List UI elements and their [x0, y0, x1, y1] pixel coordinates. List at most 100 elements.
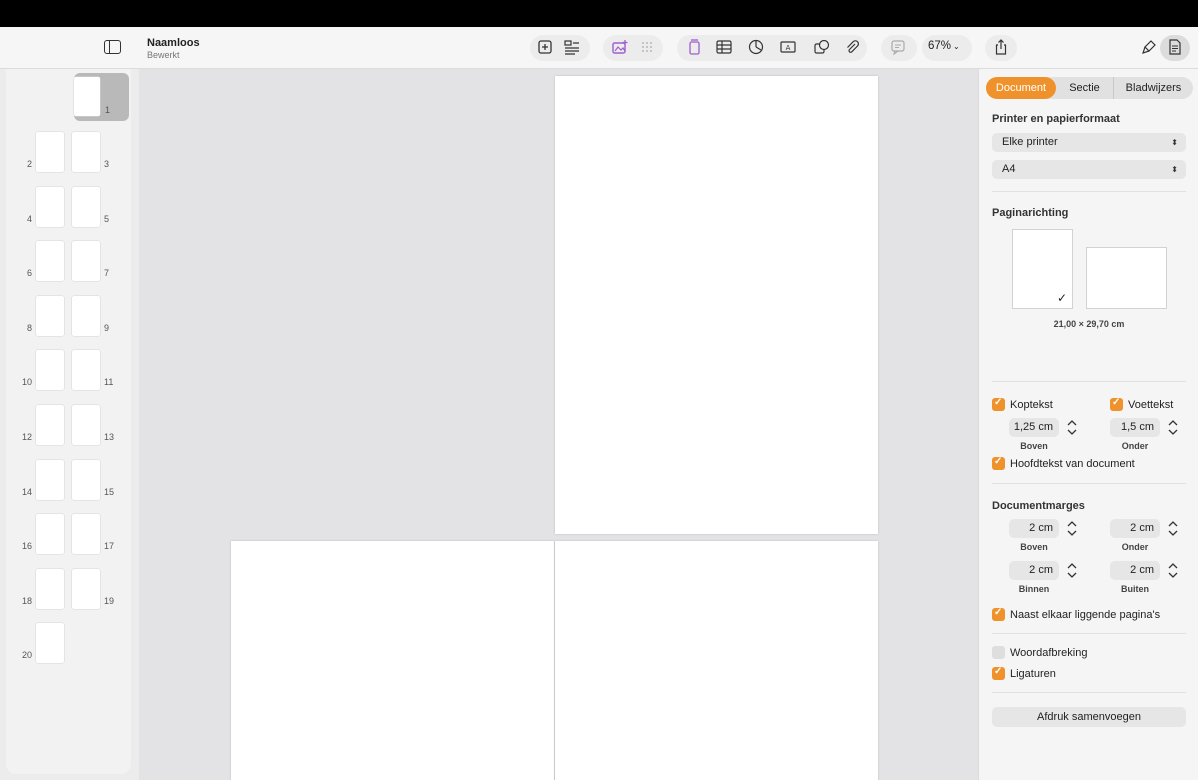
facing-pages-label: Naast elkaar liggende pagina's: [1010, 609, 1161, 621]
updown-icon: ⬍: [1171, 165, 1178, 174]
outside-margin-field[interactable]: 2 cm: [1110, 561, 1160, 580]
footer-checkbox[interactable]: [1110, 397, 1123, 411]
page-thumbnail[interactable]: [36, 350, 64, 391]
page-number-label: 14: [21, 486, 32, 497]
footer-stepper-icon[interactable]: [1166, 418, 1180, 437]
header-checkbox[interactable]: [992, 397, 1005, 411]
body-text-checkbox[interactable]: [992, 456, 1005, 470]
media-icon[interactable]: [612, 39, 628, 55]
header-stepper-icon[interactable]: [1065, 418, 1079, 437]
page-2[interactable]: [231, 541, 554, 780]
page-thumbnail[interactable]: [36, 568, 64, 609]
updown-icon: ⬍: [1171, 138, 1178, 147]
page-thumbnail[interactable]: [72, 295, 100, 336]
inside-margin-stepper-icon[interactable]: [1065, 561, 1079, 580]
page-number-label: 8: [26, 322, 32, 333]
page-thumbnail[interactable]: [36, 241, 64, 282]
page-thumbnail[interactable]: [72, 350, 100, 391]
menu-bar-area: [0, 0, 1198, 27]
sidebar-toggle-icon[interactable]: [104, 40, 121, 54]
zoom-menu[interactable]: 67% ⌄: [928, 40, 960, 52]
page-thumbnail[interactable]: [72, 568, 100, 609]
page-thumbnail[interactable]: [72, 514, 100, 555]
page-number-label: 2: [26, 159, 32, 169]
svg-text:A: A: [786, 44, 791, 52]
chevron-down-icon: ⌄: [953, 42, 960, 51]
table-icon[interactable]: [716, 39, 732, 55]
bottom-margin-stepper-icon[interactable]: [1166, 519, 1180, 538]
document-inspector-icon[interactable]: [1167, 39, 1183, 55]
page-number-label: 12: [21, 432, 32, 442]
page-thumbnail[interactable]: [72, 186, 100, 227]
bottom-margin-field[interactable]: 2 cm: [1110, 519, 1160, 538]
paper-dimensions: 21,00 × 29,70 cm: [1053, 319, 1125, 329]
page-thumbnail[interactable]: [36, 186, 64, 227]
footer-distance-field[interactable]: 1,5 cm: [1110, 418, 1160, 437]
zoom-value: 67%: [928, 40, 952, 52]
grid-icon[interactable]: [640, 39, 656, 55]
tab-document[interactable]: Document: [986, 77, 1056, 99]
mail-merge-button[interactable]: Afdruk samenvoegen: [992, 707, 1186, 727]
hyphenation-checkbox[interactable]: [992, 646, 1005, 659]
divider: [992, 692, 1186, 693]
landscape-option[interactable]: [1086, 247, 1167, 309]
footer-label: Voettekst: [1128, 399, 1174, 411]
page-color-icon[interactable]: [686, 39, 702, 55]
ligatures-label: Ligaturen: [1010, 668, 1056, 680]
page-1[interactable]: [555, 76, 878, 534]
divider: [992, 633, 1186, 634]
tab-bladwijzers[interactable]: Bladwijzers: [1113, 77, 1193, 99]
text-format-icon[interactable]: [564, 39, 580, 55]
page-number-label: 10: [21, 377, 32, 388]
facing-pages-checkbox[interactable]: [992, 607, 1005, 621]
ligatures-checkbox[interactable]: [992, 666, 1005, 680]
page-thumbnail[interactable]: [36, 623, 64, 664]
attachment-icon[interactable]: [844, 39, 860, 55]
inside-margin-field[interactable]: 2 cm: [1009, 561, 1059, 580]
document-title[interactable]: Naamloos: [147, 37, 200, 49]
toolbar: Naamloos Bewerkt A 67% ⌄: [0, 27, 1198, 69]
page-thumbnail[interactable]: [36, 459, 64, 500]
printer-select[interactable]: Elke printer ⬍: [992, 133, 1186, 152]
shape-icon[interactable]: [814, 39, 830, 55]
page-thumbnail[interactable]: [36, 514, 64, 555]
page-thumbnail[interactable]: [36, 132, 64, 172]
bottom-margin-caption: Onder: [1121, 542, 1149, 552]
thumbnails-panel: 1 2 3 4 5 6 7 8 9 10 11 12 13 14 15 16 17 18 19 20: [6, 69, 131, 774]
printer-section-label: Printer en papierformaat: [992, 113, 1120, 125]
top-margin-field[interactable]: 2 cm: [1009, 519, 1059, 538]
top-margin-caption: Boven: [1020, 542, 1048, 552]
page-number-label: 3: [104, 159, 110, 169]
page-thumbnail[interactable]: [36, 295, 64, 336]
page-number-label: 17: [104, 541, 115, 552]
add-page-icon[interactable]: [537, 39, 553, 55]
page-thumbnail[interactable]: [72, 405, 100, 445]
format-brush-icon[interactable]: [1141, 39, 1157, 55]
chart-icon[interactable]: [748, 39, 764, 55]
top-margin-stepper-icon[interactable]: [1065, 519, 1079, 538]
page-number-label: 6: [26, 268, 32, 279]
page-number-label: 4: [26, 213, 32, 224]
page-thumbnail[interactable]: [36, 405, 64, 445]
comment-icon[interactable]: [890, 39, 906, 55]
page-thumbnail[interactable]: [72, 132, 100, 172]
document-inspector: Document Sectie Bladwijzers Printer en p…: [978, 69, 1198, 780]
page-number-label: 13: [104, 432, 115, 442]
page-number-label: 18: [21, 595, 32, 606]
page-number-label: 19: [104, 595, 115, 606]
textbox-icon[interactable]: A: [780, 39, 796, 55]
outside-margin-stepper-icon[interactable]: [1166, 561, 1180, 580]
header-distance-field[interactable]: 1,25 cm: [1009, 418, 1059, 437]
page-3[interactable]: [555, 541, 878, 780]
document-status: Bewerkt: [147, 50, 180, 60]
page-thumbnail[interactable]: [72, 459, 100, 500]
paper-size-select[interactable]: A4 ⬍: [992, 160, 1186, 179]
page-thumbnail[interactable]: [74, 77, 100, 116]
share-icon[interactable]: [993, 39, 1009, 55]
tab-sectie[interactable]: Sectie: [1056, 77, 1113, 99]
page-number-label: 9: [104, 322, 110, 333]
page-thumbnail[interactable]: [72, 241, 100, 282]
inside-margin-caption: Binnen: [1018, 584, 1050, 594]
page-number-label: 1: [105, 105, 111, 115]
document-canvas[interactable]: [139, 69, 978, 780]
